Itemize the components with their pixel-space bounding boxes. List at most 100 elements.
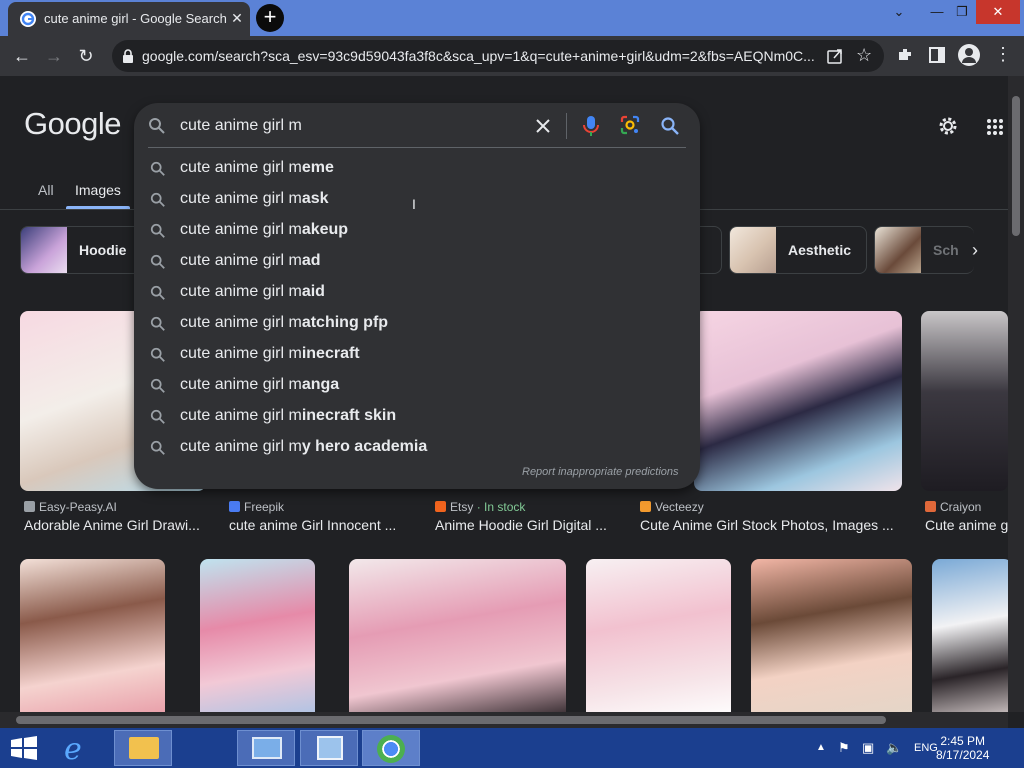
suggestion-search-icon bbox=[150, 440, 166, 461]
suggestion-text: cute anime girl meme bbox=[180, 159, 334, 177]
source-name: Etsy bbox=[450, 500, 474, 514]
suggestion-completion: aid bbox=[301, 283, 325, 300]
result-caption[interactable]: Anime Hoodie Girl Digital ... bbox=[435, 517, 607, 533]
result-image[interactable] bbox=[349, 559, 566, 712]
result-image[interactable] bbox=[200, 559, 315, 712]
suggestion-completion: atching pfp bbox=[301, 314, 389, 331]
suggestion-item[interactable]: cute anime girl maid bbox=[134, 277, 700, 308]
extensions-icon[interactable] bbox=[896, 46, 914, 69]
suggestion-prefix: cute anime girl m bbox=[180, 407, 302, 424]
internet-explorer-icon[interactable]: e bbox=[64, 732, 82, 767]
new-tab-button[interactable]: + bbox=[256, 4, 284, 32]
tab-close-icon[interactable]: ✕ bbox=[228, 9, 246, 27]
result-image[interactable] bbox=[586, 559, 731, 712]
system-clock[interactable]: 2:45 PM 8/17/2024 bbox=[936, 734, 989, 762]
vertical-scrollbar[interactable] bbox=[1008, 76, 1024, 712]
suggestion-prefix: cute anime girl m bbox=[180, 221, 302, 238]
search-input[interactable]: cute anime girl m bbox=[180, 117, 302, 135]
suggestion-item[interactable]: cute anime girl makeup bbox=[134, 215, 700, 246]
voice-search-mic-icon[interactable] bbox=[582, 115, 600, 142]
google-logo[interactable]: Google bbox=[24, 106, 121, 142]
result-image[interactable] bbox=[932, 559, 1008, 712]
settings-gear-icon[interactable] bbox=[936, 114, 960, 143]
google-apps-icon[interactable] bbox=[986, 118, 1004, 141]
control-panel-button[interactable] bbox=[237, 730, 295, 766]
search-divider bbox=[566, 113, 567, 139]
easy-peasy-favicon-icon bbox=[24, 501, 35, 512]
suggestion-item[interactable]: cute anime girl matching pfp bbox=[134, 308, 700, 339]
tab-all[interactable]: All bbox=[38, 182, 54, 198]
vecteezy-favicon-icon bbox=[640, 501, 651, 512]
back-icon[interactable]: ← bbox=[10, 44, 34, 68]
side-panel-icon[interactable] bbox=[928, 46, 946, 69]
result-image[interactable] bbox=[921, 311, 1008, 491]
suggestion-completion: eme bbox=[301, 159, 334, 176]
action-center-flag-icon[interactable]: ⚑ bbox=[838, 740, 850, 756]
suggestion-item[interactable]: cute anime girl mad bbox=[134, 246, 700, 277]
horizontal-scrollbar[interactable] bbox=[0, 712, 1008, 728]
suggestion-text: cute anime girl mask bbox=[180, 190, 329, 208]
browser-tab[interactable]: cute anime girl - Google Search ✕ bbox=[8, 2, 250, 36]
result-caption[interactable]: cute anime Girl Innocent ... bbox=[229, 517, 396, 533]
source-name: Craiyon bbox=[940, 500, 982, 514]
result-image[interactable] bbox=[751, 559, 912, 712]
bookmark-star-icon[interactable]: ☆ bbox=[856, 45, 872, 66]
craiyon-favicon-icon bbox=[925, 501, 936, 512]
forward-icon[interactable]: → bbox=[42, 44, 66, 68]
google-favicon-icon bbox=[20, 11, 36, 27]
result-image[interactable] bbox=[694, 311, 902, 491]
search-autocomplete-panel: cute anime girl m cute anime girl meme cu… bbox=[134, 103, 700, 489]
tab-images[interactable]: Images bbox=[75, 182, 121, 198]
chip-school[interactable]: Sch bbox=[874, 226, 974, 274]
chrome-taskbar-button[interactable] bbox=[362, 730, 420, 766]
suggestion-prefix: cute anime girl m bbox=[180, 314, 302, 331]
suggestion-completion: akeup bbox=[301, 221, 349, 238]
suggestion-item[interactable]: cute anime girl minecraft bbox=[134, 339, 700, 370]
google-lens-icon[interactable] bbox=[620, 115, 640, 140]
clear-search-icon[interactable] bbox=[534, 117, 552, 140]
in-stock-badge: · In stock bbox=[476, 500, 526, 514]
result-caption[interactable]: Adorable Anime Girl Drawi... bbox=[24, 517, 200, 533]
suggestion-item[interactable]: cute anime girl mask bbox=[134, 184, 700, 215]
address-bar[interactable]: google.com/search?sca_esv=93c9d59043fa3f… bbox=[112, 40, 884, 72]
result-image[interactable] bbox=[20, 559, 165, 712]
result-caption[interactable]: Cute Anime Girl Stock Photos, Images ... bbox=[640, 517, 894, 533]
suggestion-item[interactable]: cute anime girl my hero academia bbox=[134, 432, 700, 463]
windows-start-icon[interactable] bbox=[10, 736, 38, 765]
folder-icon bbox=[129, 737, 159, 759]
chip-aesthetic[interactable]: Aesthetic bbox=[729, 226, 867, 274]
url-text: google.com/search?sca_esv=93c9d59043fa3f… bbox=[142, 48, 815, 64]
volume-muted-icon[interactable]: 🔈 bbox=[886, 740, 902, 756]
computer-management-button[interactable] bbox=[300, 730, 358, 766]
scroll-thumb[interactable] bbox=[1012, 96, 1020, 236]
share-icon[interactable] bbox=[826, 47, 844, 70]
suggestion-item[interactable]: cute anime girl minecraft skin bbox=[134, 401, 700, 432]
tab-strip: cute anime girl - Google Search ✕ + ⌄ — … bbox=[0, 0, 1024, 36]
browser-menu-icon[interactable]: ⋮ bbox=[994, 44, 1012, 65]
file-explorer-button[interactable] bbox=[114, 730, 172, 766]
result-source: Etsy · In stock bbox=[435, 500, 525, 514]
suggestion-item[interactable]: cute anime girl manga bbox=[134, 370, 700, 401]
chips-next-chevron-icon[interactable]: › bbox=[972, 240, 978, 261]
suggestion-text: cute anime girl minecraft bbox=[180, 345, 360, 363]
tab-search-icon[interactable]: ⌄ bbox=[884, 0, 914, 24]
suggestion-prefix: cute anime girl m bbox=[180, 376, 302, 393]
input-language-indicator[interactable]: ENG bbox=[914, 742, 938, 754]
network-icon[interactable]: ▣ bbox=[862, 740, 874, 756]
window-close-icon[interactable]: ✕ bbox=[976, 0, 1020, 24]
reload-icon[interactable]: ↻ bbox=[74, 44, 98, 68]
report-predictions-link[interactable]: Report inappropriate predictions bbox=[522, 466, 679, 478]
suggestion-item[interactable]: cute anime girl meme bbox=[134, 153, 700, 184]
restore-icon[interactable]: ❐ bbox=[948, 0, 976, 24]
result-caption[interactable]: Cute anime g bbox=[925, 517, 1008, 533]
browser-toolbar: ← → ↻ google.com/search?sca_esv=93c9d590… bbox=[0, 36, 1024, 76]
profile-avatar-icon[interactable] bbox=[958, 44, 980, 66]
suggestion-text: cute anime girl my hero academia bbox=[180, 438, 427, 456]
scroll-thumb[interactable] bbox=[16, 716, 886, 724]
suggestion-search-icon bbox=[150, 409, 166, 430]
suggestion-completion: inecraft bbox=[301, 345, 360, 362]
chip-hoodie[interactable]: Hoodie bbox=[20, 226, 146, 274]
show-hidden-icons-icon[interactable]: ▲ bbox=[816, 742, 826, 753]
search-submit-icon[interactable] bbox=[660, 116, 680, 141]
suggestion-prefix: cute anime girl m bbox=[180, 252, 302, 269]
